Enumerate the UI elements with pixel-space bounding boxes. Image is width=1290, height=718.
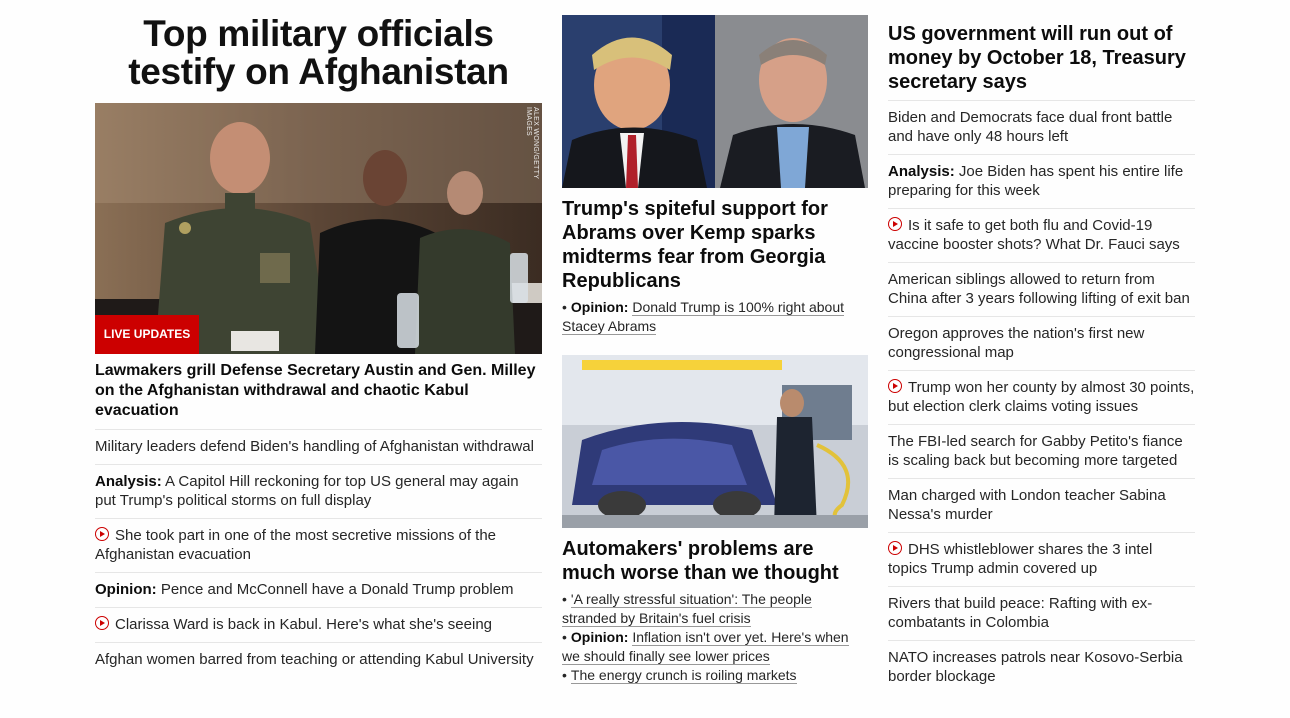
column-headline[interactable]: US government will run out of money by O… (888, 22, 1195, 100)
bullet-item[interactable]: • Opinion: Inflation isn't over yet. Here… (562, 628, 868, 666)
story-link[interactable]: The FBI-led search for Gabby Petito's fi… (888, 433, 1183, 469)
play-icon (95, 616, 109, 630)
story-link[interactable]: Is it safe to get both flu and Covid-19 … (888, 217, 1180, 253)
story-link[interactable]: 'A really stressful situation': The peop… (562, 591, 812, 627)
hero-photo[interactable]: ALEX WONG/GETTY IMAGES LIVE UPDATES (95, 103, 542, 354)
bullet-item[interactable]: • Opinion: Donald Trump is 100% right abo… (562, 298, 868, 336)
story-link[interactable]: Biden and Democrats face dual front batt… (888, 109, 1172, 145)
story-link[interactable]: American siblings allowed to return from… (888, 271, 1190, 307)
story-link[interactable]: Clarissa Ward is back in Kabul. Here's w… (115, 616, 492, 633)
story-link[interactable]: She took part in one of the most secreti… (95, 527, 496, 563)
story-link[interactable]: The energy crunch is roiling markets (570, 667, 797, 684)
kicker-label: Opinion: (95, 581, 157, 598)
headlines-list: Biden and Democrats face dual front batt… (888, 100, 1195, 694)
list-item[interactable]: Opinion: Pence and McConnell have a Dona… (95, 572, 542, 607)
lead-headline[interactable]: Lawmakers grill Defense Secretary Austin… (95, 361, 542, 421)
factory-photo[interactable] (562, 355, 868, 528)
story-link[interactable]: Afghan women barred from teaching or att… (95, 651, 534, 668)
bullet-item[interactable]: • 'A really stressful situation': The peo… (562, 590, 868, 628)
story-link[interactable]: Rivers that build peace: Rafting with ex… (888, 595, 1152, 631)
list-item[interactable]: Trump won her county by almost 30 points… (888, 370, 1195, 424)
kicker-label: Opinion: (570, 299, 629, 315)
list-item[interactable]: Afghan women barred from teaching or att… (95, 642, 542, 677)
trump-photo (562, 15, 715, 188)
story-link[interactable]: Trump won her county by almost 30 points… (888, 379, 1194, 415)
live-updates-badge[interactable]: LIVE UPDATES (95, 315, 199, 354)
play-icon (95, 527, 109, 541)
section-headline[interactable]: Top military officials testify on Afghan… (95, 15, 542, 91)
play-icon (888, 379, 902, 393)
story-link[interactable]: Military leaders defend Biden's handling… (95, 438, 534, 455)
list-item[interactable]: She took part in one of the most secreti… (95, 518, 542, 572)
headlines-column: US government will run out of money by O… (888, 15, 1195, 694)
kemp-photo (715, 15, 868, 188)
story-link[interactable]: DHS whistleblower shares the 3 intel top… (888, 541, 1152, 577)
story-headline[interactable]: Trump's spiteful support for Abrams over… (562, 197, 868, 293)
play-icon (888, 217, 902, 231)
photo-credit: ALEX WONG/GETTY IMAGES (525, 107, 539, 180)
list-item[interactable]: Man charged with London teacher Sabina N… (888, 478, 1195, 532)
kicker-label: Analysis: (888, 163, 955, 180)
list-item[interactable]: Analysis: Joe Biden has spent his entire… (888, 154, 1195, 208)
list-item[interactable]: Clarissa Ward is back in Kabul. Here's w… (95, 607, 542, 642)
list-item[interactable]: The FBI-led search for Gabby Petito's fi… (888, 424, 1195, 478)
list-item[interactable]: Rivers that build peace: Rafting with ex… (888, 586, 1195, 640)
story-headline[interactable]: Automakers' problems are much worse than… (562, 537, 868, 585)
list-item[interactable]: Biden and Democrats face dual front batt… (888, 100, 1195, 154)
kicker-label: Opinion: (570, 629, 629, 645)
list-item[interactable]: NATO increases patrols near Kosovo-Serbi… (888, 640, 1195, 694)
list-item[interactable]: Analysis: A Capitol Hill reckoning for t… (95, 464, 542, 518)
list-item[interactable]: Oregon approves the nation's first new c… (888, 316, 1195, 370)
list-item[interactable]: American siblings allowed to return from… (888, 262, 1195, 316)
top-story-column: Top military officials testify on Afghan… (95, 15, 542, 677)
story-bullets: • 'A really stressful situation': The peo… (562, 590, 868, 685)
list-item[interactable]: Is it safe to get both flu and Covid-19 … (888, 208, 1195, 262)
story-link[interactable]: NATO increases patrols near Kosovo-Serbi… (888, 649, 1183, 685)
story-bullets: • Opinion: Donald Trump is 100% right abo… (562, 298, 868, 336)
story-link[interactable]: Oregon approves the nation's first new c… (888, 325, 1144, 361)
list-item[interactable]: DHS whistleblower shares the 3 intel top… (888, 532, 1195, 586)
play-icon (888, 541, 902, 555)
kicker-label: Analysis: (95, 473, 162, 490)
related-stories-list: Military leaders defend Biden's handling… (95, 429, 542, 677)
story-link[interactable]: Man charged with London teacher Sabina N… (888, 487, 1166, 523)
middle-column: Trump's spiteful support for Abrams over… (562, 15, 868, 685)
bullet-item[interactable]: • The energy crunch is roiling markets (562, 666, 868, 685)
list-item[interactable]: Military leaders defend Biden's handling… (95, 429, 542, 464)
story-link[interactable]: Pence and McConnell have a Donald Trump … (161, 581, 514, 598)
story-photo-pair[interactable] (562, 15, 868, 188)
